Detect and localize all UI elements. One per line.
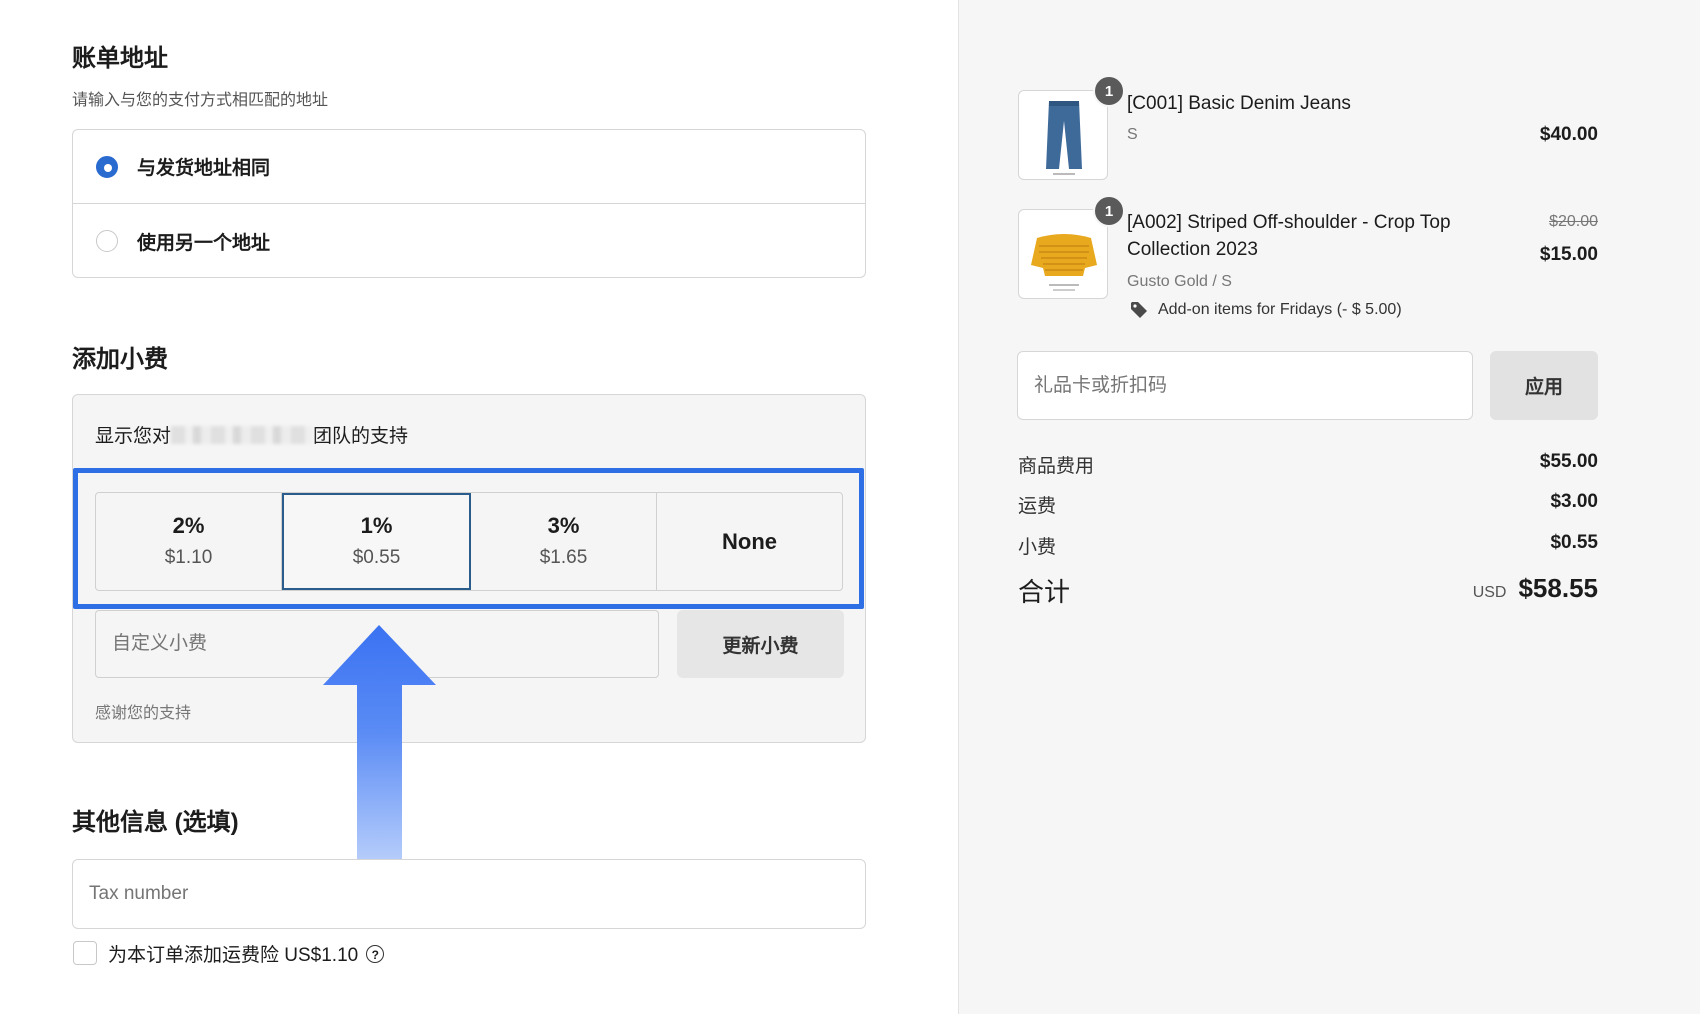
checkout-form: 账单地址 请输入与您的支付方式相匹配的地址 与发货地址相同 使用另一个地址 添加… bbox=[0, 0, 958, 1014]
billing-option-same[interactable]: 与发货地址相同 bbox=[73, 130, 865, 204]
billing-option-different[interactable]: 使用另一个地址 bbox=[73, 204, 865, 277]
redacted-store-name bbox=[171, 426, 314, 444]
tip-value: $0.55 bbox=[1550, 532, 1598, 553]
tip-options: 2% $1.10 1% $0.55 3% $1.65 None bbox=[95, 492, 843, 591]
tip-amount: $1.65 bbox=[539, 546, 588, 568]
billing-option-label: 使用另一个地址 bbox=[137, 232, 271, 254]
tip-option-1[interactable]: 1% $0.55 bbox=[282, 493, 471, 590]
discount-label: Add-on items for Fridays (- $ 5.00) bbox=[1158, 301, 1402, 318]
billing-option-label: 与发货地址相同 bbox=[137, 158, 271, 179]
product-price: $15.00 bbox=[1539, 244, 1598, 265]
update-tip-button[interactable]: 更新小费 bbox=[677, 610, 844, 678]
tip-percent: 3% bbox=[547, 512, 580, 538]
tip-title: 添加小费 bbox=[72, 346, 168, 373]
tip-percent: 2% bbox=[172, 512, 205, 538]
quantity-badge: 1 bbox=[1093, 75, 1125, 107]
tip-label: 小费 bbox=[1018, 537, 1057, 558]
total-label: 合计 bbox=[1018, 577, 1071, 607]
sweater-thumbnail bbox=[1018, 209, 1108, 299]
total-row: USD $58.55 bbox=[1400, 573, 1598, 604]
insurance-row: 为本订单添加运费险 US$1.10 ? bbox=[108, 940, 385, 967]
product-variant: Gusto Gold / S bbox=[1127, 273, 1232, 290]
tax-number-input[interactable] bbox=[72, 859, 866, 929]
insurance-label: 为本订单添加运费险 US$1.10 bbox=[108, 945, 359, 966]
radio-icon[interactable] bbox=[96, 230, 118, 252]
tip-support-suffix: 团队的支持 bbox=[313, 426, 409, 447]
product-name-line2: Collection 2023 bbox=[1127, 239, 1258, 260]
radio-selected-icon[interactable] bbox=[96, 155, 118, 178]
tip-option-none[interactable]: None bbox=[657, 493, 842, 590]
product-price: $40.00 bbox=[1539, 124, 1598, 145]
product-variant: S bbox=[1127, 126, 1138, 143]
discount-row: Add-on items for Fridays (- $ 5.00) bbox=[1130, 301, 1402, 319]
insurance-checkbox[interactable] bbox=[73, 941, 97, 965]
apply-button[interactable]: 应用 bbox=[1490, 351, 1598, 420]
tip-support-text: 显示您对 团队的支持 bbox=[95, 421, 408, 448]
total-currency: USD bbox=[1472, 584, 1507, 601]
billing-title: 账单地址 bbox=[72, 45, 168, 72]
help-icon[interactable]: ? bbox=[366, 944, 385, 963]
total-value: $58.55 bbox=[1518, 573, 1598, 603]
tip-amount: $0.55 bbox=[352, 546, 401, 568]
subtotal-value: $55.00 bbox=[1539, 451, 1598, 472]
tip-option-2[interactable]: 2% $1.10 bbox=[96, 493, 282, 590]
shipping-label: 运费 bbox=[1018, 496, 1057, 517]
gift-card-input[interactable] bbox=[1017, 351, 1473, 420]
product-name: [C001] Basic Denim Jeans bbox=[1127, 93, 1351, 114]
quantity-badge: 1 bbox=[1093, 195, 1125, 227]
tip-none-label: None bbox=[722, 528, 777, 554]
subtotal-label: 商品费用 bbox=[1018, 456, 1095, 477]
other-info-title: 其他信息 (选填) bbox=[72, 809, 239, 836]
tip-percent: 1% bbox=[360, 512, 393, 538]
tip-option-3[interactable]: 3% $1.65 bbox=[471, 493, 657, 590]
jeans-thumbnail bbox=[1018, 90, 1108, 180]
original-price: $20.00 bbox=[1549, 213, 1598, 230]
product-name-line1: [A002] Striped Off-shoulder - Crop Top bbox=[1127, 212, 1451, 233]
tip-amount: $1.10 bbox=[164, 546, 213, 568]
shipping-value: $3.00 bbox=[1550, 491, 1598, 512]
custom-tip-input[interactable] bbox=[95, 610, 659, 678]
billing-options: 与发货地址相同 使用另一个地址 bbox=[72, 129, 866, 278]
tag-icon bbox=[1131, 302, 1147, 318]
billing-subtitle: 请输入与您的支付方式相匹配的地址 bbox=[72, 92, 329, 109]
tip-thanks: 感谢您的支持 bbox=[95, 705, 192, 722]
tip-support-prefix: 显示您对 bbox=[95, 426, 172, 447]
